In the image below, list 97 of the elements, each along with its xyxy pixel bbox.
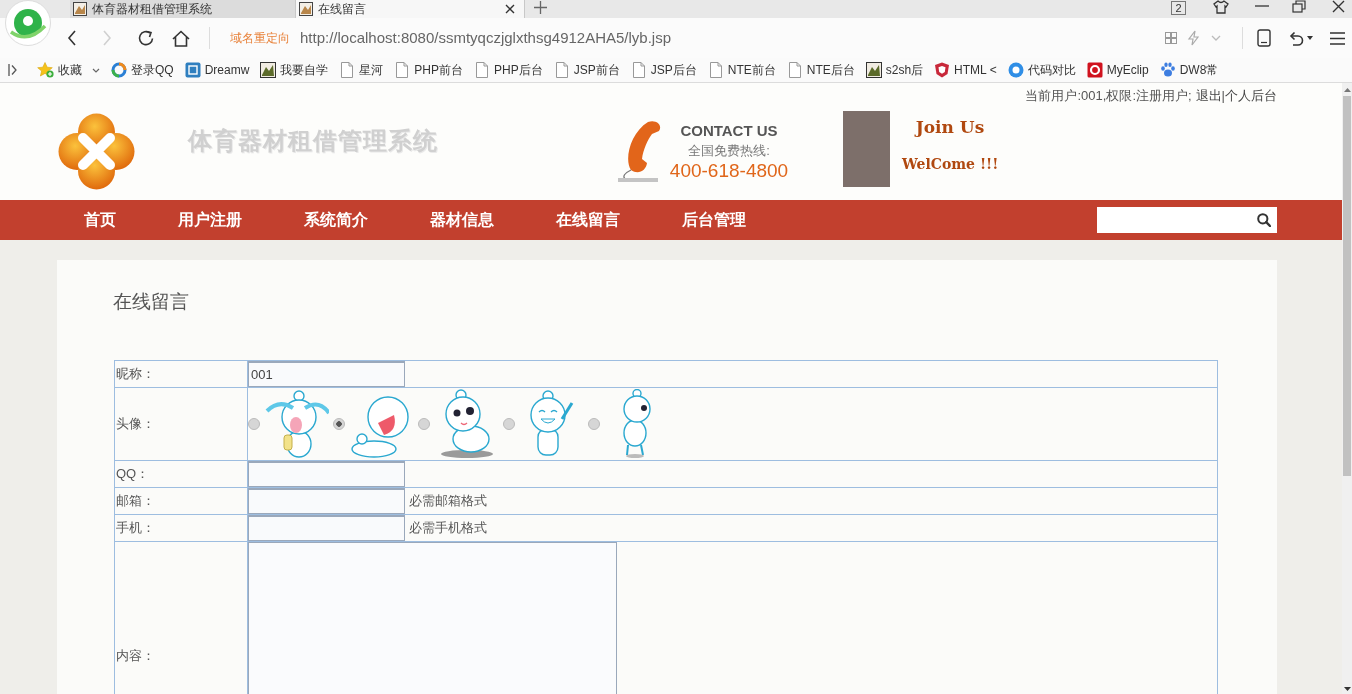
page-heading: 在线留言: [113, 291, 189, 313]
scrollbar-thumb[interactable]: [1343, 96, 1351, 476]
hint-text: 必需邮箱格式: [409, 492, 487, 511]
reload-icon[interactable]: [137, 29, 155, 47]
bookmark-link[interactable]: 代码对比: [1007, 61, 1076, 79]
personal-center-link[interactable]: 个人后台: [1225, 86, 1277, 103]
scroll-down-icon[interactable]: [1343, 687, 1351, 691]
bookmark-link[interactable]: 星河: [339, 61, 384, 79]
qr-code-icon[interactable]: [1165, 32, 1177, 44]
url-text[interactable]: http://localhost:8080/ssmtyqczjglxthsg4912AHA5/lyb.jsp: [300, 26, 672, 50]
field-label: QQ：: [114, 460, 248, 488]
nav-link[interactable]: 后台管理: [651, 208, 777, 232]
bookmark-link[interactable]: NTE前台: [707, 61, 776, 79]
bookmark-link[interactable]: 我要自学: [260, 61, 329, 79]
bookmark-link[interactable]: PHP后台: [474, 61, 543, 79]
close-icon[interactable]: [1332, 0, 1345, 13]
image-icon: [299, 2, 313, 16]
nav-link[interactable]: 器材信息: [399, 208, 525, 232]
nav-link[interactable]: 在线留言: [525, 208, 651, 232]
bookmark-link[interactable]: PHP前台: [394, 61, 464, 79]
bookmark-link[interactable]: JSP前台: [553, 61, 620, 79]
bookmark-link[interactable]: HTML <: [934, 61, 997, 79]
favorites-link[interactable]: 收藏: [37, 61, 100, 79]
hotline-number: 400-618-4800: [669, 161, 789, 180]
scrollbar[interactable]: [1342, 83, 1352, 694]
lightning-icon[interactable]: [1187, 30, 1199, 46]
cartoon-avatar-icon: [263, 389, 329, 459]
page-icon: [786, 62, 803, 78]
hotline-label: 全国免费热线:: [688, 144, 770, 157]
star-icon: [37, 62, 54, 78]
radio-button[interactable]: [418, 418, 430, 430]
text-input[interactable]: [248, 488, 405, 514]
bookmark-link[interactable]: JSP后台: [630, 61, 697, 79]
field-label: 内容：: [114, 541, 248, 694]
radio-button[interactable]: [588, 418, 600, 430]
logout-link[interactable]: 退出: [1195, 86, 1222, 103]
paw-icon: [1159, 62, 1176, 78]
caret-icon[interactable]: [1307, 36, 1313, 40]
back-icon[interactable]: [67, 30, 77, 46]
site-logo-icon: [58, 113, 135, 190]
bookmark-link[interactable]: MyEclip: [1086, 61, 1149, 79]
disc-icon: [1007, 62, 1024, 78]
telephone-icon: [615, 120, 661, 183]
sidebar-toggle-icon[interactable]: [8, 64, 17, 76]
image-icon: [865, 62, 882, 78]
search-icon[interactable]: [1257, 213, 1271, 227]
scroll-up-icon[interactable]: [1343, 88, 1351, 92]
welcome-text: WelCome !!!: [902, 155, 999, 174]
redirect-label: 域名重定向: [230, 30, 290, 47]
bookmark-link[interactable]: s2sh后: [865, 61, 924, 79]
image-icon: [73, 2, 87, 16]
field-label: 邮箱：: [114, 487, 248, 515]
bookmark-link[interactable]: DW8常: [1159, 61, 1219, 79]
restore-icon[interactable]: [1292, 0, 1306, 13]
browser-tab[interactable]: 在线留言: [296, 0, 525, 18]
join-us-text: Join Us: [915, 116, 985, 139]
hint-text: 必需手机格式: [409, 519, 487, 538]
nav-link[interactable]: 首页: [55, 208, 147, 232]
page-icon: [339, 62, 356, 78]
page-icon: [707, 62, 724, 78]
menu-icon[interactable]: [1330, 31, 1345, 45]
image-icon: [260, 62, 277, 78]
square-icon: [1086, 62, 1103, 78]
radio-button[interactable]: [248, 418, 260, 430]
bookmark-link[interactable]: Dreamw: [184, 61, 250, 79]
tablet-icon[interactable]: [1257, 29, 1271, 47]
tile-icon: [184, 62, 201, 78]
bookmark-link[interactable]: 登录QQ: [111, 61, 174, 79]
link-separator: |: [1221, 87, 1225, 103]
home-icon[interactable]: [172, 29, 190, 47]
radio-button[interactable]: [333, 418, 345, 430]
bookmark-link[interactable]: NTE后台: [786, 61, 855, 79]
browser-tab[interactable]: 体育器材租借管理系统: [70, 0, 296, 18]
contact-title: CONTACT US: [680, 123, 778, 138]
caret-icon: [92, 67, 100, 73]
ring-icon: [111, 62, 127, 78]
plus-icon[interactable]: [534, 1, 547, 14]
field-label: 头像：: [114, 387, 248, 461]
tab-count[interactable]: 2: [1171, 1, 1186, 15]
text-input[interactable]: [248, 515, 405, 541]
close-icon[interactable]: [505, 4, 515, 14]
field-label: 昵称：: [114, 360, 248, 388]
page-icon: [394, 62, 411, 78]
page-icon: [553, 62, 570, 78]
search-field[interactable]: [1097, 207, 1277, 233]
radio-button[interactable]: [503, 418, 515, 430]
nav-link[interactable]: 系统简介: [273, 208, 399, 232]
field-label: 手机：: [114, 514, 248, 542]
user-info-text: 当前用户:001,权限:注册用户;: [1025, 87, 1192, 103]
text-input[interactable]: 001: [248, 361, 405, 387]
undo-icon[interactable]: [1288, 30, 1304, 46]
page-icon: [630, 62, 647, 78]
shield-icon: [934, 62, 951, 78]
shirt-icon[interactable]: [1213, 0, 1229, 14]
nav-link[interactable]: 用户注册: [147, 208, 273, 232]
page-icon: [474, 62, 491, 78]
text-input[interactable]: [248, 461, 405, 487]
